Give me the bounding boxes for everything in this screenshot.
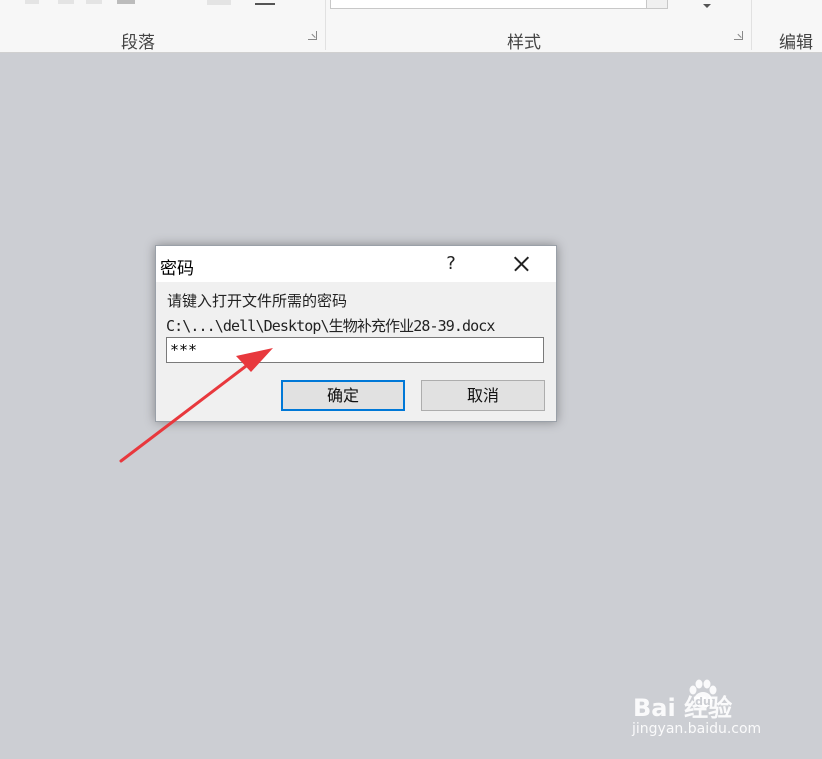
ok-button[interactable]: 确定 bbox=[281, 380, 405, 411]
styles-gallery-scroll[interactable] bbox=[646, 0, 668, 9]
border-button[interactable] bbox=[255, 3, 275, 5]
file-path: C:\...\dell\Desktop\生物补充作业28-39.docx bbox=[166, 317, 495, 335]
styles-dialog-launcher-icon[interactable] bbox=[734, 31, 743, 40]
ribbon-control-stub[interactable] bbox=[117, 0, 135, 4]
watermark-url: jingyan.baidu.com bbox=[632, 721, 762, 737]
group-divider bbox=[325, 0, 326, 50]
ribbon: 段落 样式 编辑 bbox=[0, 0, 822, 53]
group-label-styles: 样式 bbox=[507, 33, 541, 53]
shading-button[interactable] bbox=[207, 0, 231, 5]
close-icon[interactable] bbox=[506, 250, 536, 278]
dialog-titlebar[interactable]: 密码 ? bbox=[156, 246, 556, 282]
password-dialog: 密码 ? 请键入打开文件所需的密码 C:\...\dell\Desktop\生物… bbox=[155, 245, 557, 422]
styles-expand-icon[interactable] bbox=[703, 4, 711, 8]
paw-icon: du bbox=[689, 679, 717, 708]
group-label-editing: 编辑 bbox=[779, 33, 813, 53]
ribbon-control-stub[interactable] bbox=[58, 0, 74, 4]
password-input[interactable] bbox=[166, 337, 544, 363]
password-prompt: 请键入打开文件所需的密码 bbox=[167, 292, 348, 310]
ribbon-control-stub[interactable] bbox=[86, 0, 102, 4]
styles-gallery[interactable] bbox=[330, 0, 647, 9]
group-divider bbox=[751, 0, 752, 50]
group-label-paragraph: 段落 bbox=[121, 33, 155, 53]
help-button[interactable]: ? bbox=[441, 252, 461, 276]
ribbon-control-stub[interactable] bbox=[25, 0, 39, 4]
paragraph-dialog-launcher-icon[interactable] bbox=[308, 31, 317, 40]
dialog-title: 密码 bbox=[160, 259, 194, 279]
cancel-button[interactable]: 取消 bbox=[421, 380, 545, 411]
svg-text:du: du bbox=[695, 695, 711, 708]
